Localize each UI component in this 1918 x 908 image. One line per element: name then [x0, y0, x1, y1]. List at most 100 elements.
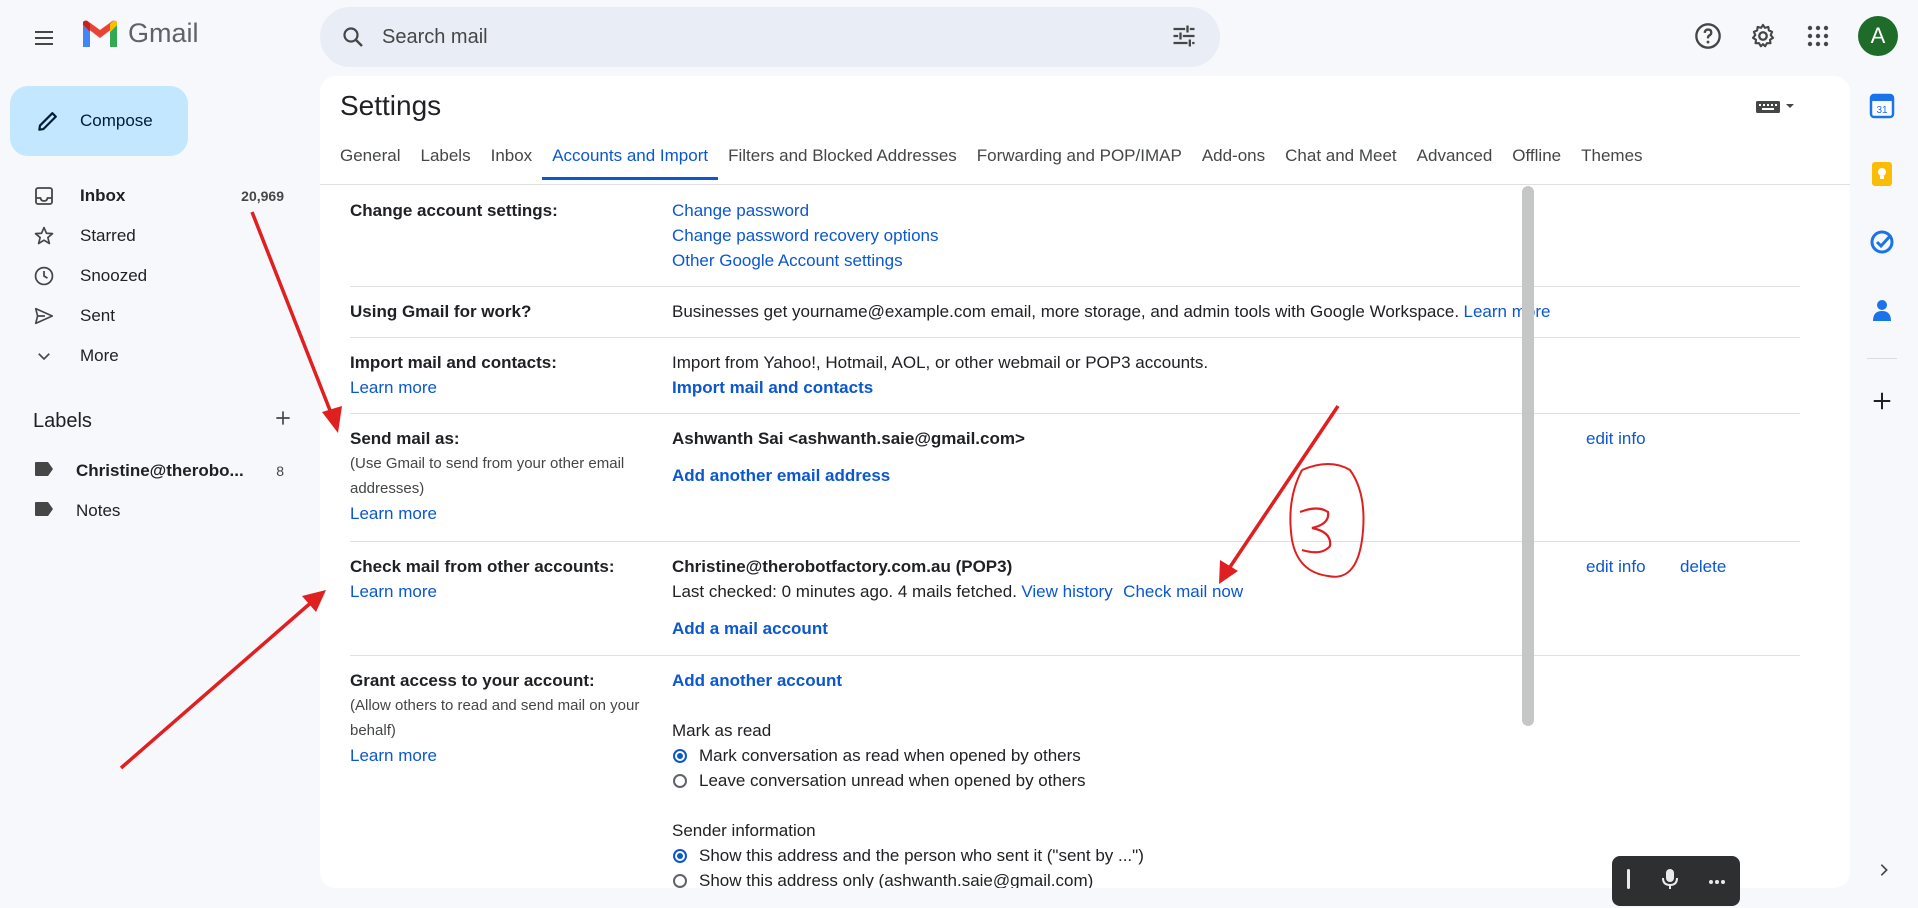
row-grant-access: Grant access to your account: (Allow oth… — [350, 656, 1800, 888]
send-as-subtext: (Use Gmail to send from your other email… — [350, 455, 625, 497]
app-name: Gmail — [128, 18, 199, 48]
drag-handle-icon[interactable] — [1626, 867, 1632, 896]
work-learn-more-link[interactable]: Learn more — [1464, 302, 1551, 321]
label-tag-icon — [34, 461, 54, 482]
search-bar — [320, 7, 1220, 67]
sidebar-item-more[interactable]: More — [0, 336, 300, 376]
page-title: Settings — [340, 90, 442, 121]
send-as-edit-info-link[interactable]: edit info — [1586, 426, 1646, 451]
tab-offline[interactable]: Offline — [1502, 134, 1571, 180]
radio-unselected[interactable] — [673, 773, 687, 788]
apps-grid-icon[interactable] — [1798, 16, 1838, 56]
add-label-icon[interactable] — [273, 408, 293, 434]
label-count: 8 — [276, 463, 284, 479]
change-password-link[interactable]: Change password — [672, 198, 1782, 223]
change-recovery-link[interactable]: Change password recovery options — [672, 223, 1782, 248]
sidebar-nav: Inbox 20,969 Starred Snoozed Sent More — [0, 176, 300, 376]
send-as-learn-more-link[interactable]: Learn more — [350, 501, 650, 526]
google-account-settings-link[interactable]: Other Google Account settings — [672, 248, 1782, 273]
check-mail-now-link[interactable]: Check mail now — [1123, 582, 1243, 601]
label-list: Christine@therobo... 8 Notes — [0, 451, 300, 531]
gmail-logo[interactable]: Gmail — [80, 18, 199, 49]
keep-icon[interactable] — [1862, 154, 1902, 194]
more-options-icon[interactable] — [1708, 872, 1726, 890]
radio-selected[interactable] — [673, 848, 687, 863]
tasks-icon[interactable] — [1862, 222, 1902, 262]
grant-subtext: (Allow others to read and send mail on y… — [350, 697, 640, 739]
last-checked-status: Last checked: 0 minutes ago. 4 mails fet… — [672, 582, 1017, 601]
show-sender-label: Show this address and the person who sen… — [699, 846, 1144, 865]
settings-gear-icon[interactable] — [1743, 16, 1783, 56]
tab-filters[interactable]: Filters and Blocked Addresses — [718, 134, 967, 180]
leave-unread-option[interactable]: Leave conversation unread when opened by… — [672, 768, 1782, 793]
tab-chat-and-meet[interactable]: Chat and Meet — [1275, 134, 1407, 180]
label-item-notes[interactable]: Notes — [0, 491, 300, 531]
tab-inbox[interactable]: Inbox — [481, 134, 543, 180]
keyboard-icon[interactable] — [1754, 96, 1798, 123]
import-heading: Import mail and contacts: — [350, 353, 557, 372]
account-avatar[interactable]: A — [1858, 16, 1898, 56]
search-options-icon[interactable] — [1170, 22, 1198, 55]
top-bar: Gmail A — [0, 0, 1918, 72]
radio-unselected[interactable] — [673, 873, 687, 888]
tab-add-ons[interactable]: Add-ons — [1192, 134, 1275, 180]
add-addon-icon[interactable] — [1862, 381, 1902, 421]
labels-header: Labels — [33, 408, 293, 434]
compose-label: Compose — [80, 111, 153, 130]
annotation-arrow-check-mail — [119, 590, 326, 770]
grant-learn-more-link[interactable]: Learn more — [350, 743, 650, 768]
add-mail-account-link[interactable]: Add a mail account — [672, 616, 1782, 641]
tab-accounts-and-import[interactable]: Accounts and Import — [542, 134, 719, 180]
row-check-mail: Check mail from other accounts: Learn mo… — [350, 542, 1800, 656]
search-icon[interactable] — [338, 22, 368, 52]
sender-info-title: Sender information — [672, 821, 816, 840]
label-name: Notes — [76, 501, 121, 520]
pencil-icon — [32, 105, 64, 137]
microphone-icon[interactable] — [1660, 868, 1680, 895]
work-heading: Using Gmail for work? — [350, 302, 532, 321]
row-import: Import mail and contacts: Learn more Imp… — [350, 338, 1800, 414]
check-mail-edit-info-link[interactable]: edit info — [1586, 554, 1646, 579]
import-learn-more-link[interactable]: Learn more — [350, 375, 650, 400]
tab-forwarding[interactable]: Forwarding and POP/IMAP — [967, 134, 1192, 180]
tab-general[interactable]: General — [330, 134, 410, 180]
sidebar-item-snoozed[interactable]: Snoozed — [0, 256, 300, 296]
mark-read-option[interactable]: Mark conversation as read when opened by… — [672, 743, 1782, 768]
main-menu-button[interactable] — [26, 20, 62, 56]
import-text: Import from Yahoo!, Hotmail, AOL, or oth… — [672, 353, 1209, 372]
tab-advanced[interactable]: Advanced — [1407, 134, 1503, 180]
sidebar-item-inbox[interactable]: Inbox 20,969 — [0, 176, 300, 216]
row-change-account: Change account settings: Change password… — [350, 186, 1800, 287]
import-mail-link[interactable]: Import mail and contacts — [672, 375, 1782, 400]
check-mail-delete-link[interactable]: delete — [1680, 554, 1726, 579]
sidebar-item-sent[interactable]: Sent — [0, 296, 300, 336]
svg-text:31: 31 — [1876, 105, 1888, 116]
expand-panel-chevron-icon[interactable] — [1876, 862, 1892, 883]
voice-toolbar — [1612, 856, 1740, 906]
help-icon[interactable] — [1688, 16, 1728, 56]
row-gmail-for-work: Using Gmail for work? Businesses get you… — [350, 287, 1800, 338]
view-history-link[interactable]: View history — [1021, 582, 1112, 601]
search-input[interactable] — [382, 25, 1162, 49]
calendar-icon[interactable]: 31 — [1862, 86, 1902, 126]
tab-themes[interactable]: Themes — [1571, 134, 1652, 180]
settings-tabs: General Labels Inbox Accounts and Import… — [330, 134, 1653, 180]
check-mail-learn-more-link[interactable]: Learn more — [350, 579, 650, 604]
tab-labels[interactable]: Labels — [410, 134, 480, 180]
star-icon — [32, 224, 56, 248]
contacts-icon[interactable] — [1862, 290, 1902, 330]
label-item-christine[interactable]: Christine@therobo... 8 — [0, 451, 300, 491]
labels-title: Labels — [33, 409, 92, 432]
settings-panel: Settings General Labels Inbox Accounts a… — [320, 76, 1850, 888]
add-email-address-link[interactable]: Add another email address — [672, 463, 1782, 488]
gmail-m-icon — [83, 20, 117, 47]
radio-selected[interactable] — [673, 748, 687, 763]
sidebar-item-starred[interactable]: Starred — [0, 216, 300, 256]
add-another-account-link[interactable]: Add another account — [672, 668, 1782, 693]
change-account-heading: Change account settings: — [350, 201, 558, 220]
scrollbar[interactable] — [1522, 186, 1534, 726]
work-text: Businesses get yourname@example.com emai… — [672, 302, 1460, 321]
panel-divider — [1867, 358, 1897, 359]
sidebar-item-label: Sent — [80, 306, 115, 325]
compose-button[interactable]: Compose — [10, 86, 188, 156]
